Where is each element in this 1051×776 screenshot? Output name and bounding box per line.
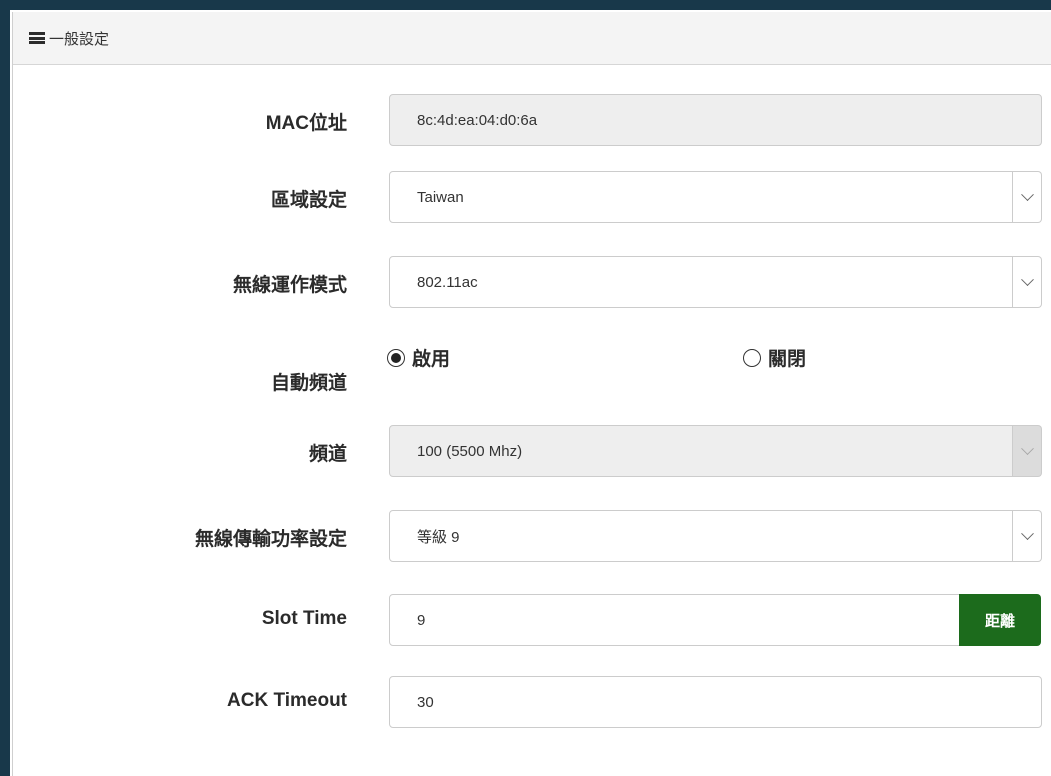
slot-time-value: 9 <box>417 611 426 629</box>
channel-value: 100 (5500 Mhz) <box>417 442 523 460</box>
slot-time-label: Slot Time <box>261 608 347 629</box>
wireless-mode-dropdown-button[interactable] <box>1013 256 1042 308</box>
window-frame-left <box>0 0 10 776</box>
mac-value: 8c:4d:ea:04:d0:6a <box>417 111 538 129</box>
wireless-mode-label: 無線運作模式 <box>232 275 347 296</box>
ack-timeout-input[interactable]: 30 <box>389 676 1042 728</box>
wireless-mode-select[interactable]: 802.11ac <box>389 256 1013 308</box>
ack-timeout-value: 30 <box>417 693 434 711</box>
ack-timeout-label: ACK Timeout <box>227 690 347 711</box>
region-value: Taiwan <box>417 188 464 206</box>
channel-label: 頻道 <box>308 444 347 465</box>
radio-checked-icon <box>387 348 405 367</box>
chevron-down-icon <box>1020 526 1034 540</box>
auto-channel-enable-label: 啟用 <box>412 349 451 370</box>
tx-power-label: 無線傳輸功率設定 <box>194 529 347 550</box>
region-label: 區域設定 <box>270 190 347 211</box>
tx-power-select[interactable]: 等級 9 <box>389 510 1013 562</box>
window-frame-top <box>0 0 1051 10</box>
radio-unchecked-icon <box>743 348 761 367</box>
general-settings-panel: 一般設定 MAC位址 8c:4d:ea:04:d0:6a 區域設定 Taiwan… <box>12 12 1051 776</box>
channel-select[interactable]: 100 (5500 Mhz) <box>389 425 1013 477</box>
mac-label: MAC位址 <box>265 113 347 134</box>
tx-power-value: 等級 9 <box>417 528 460 546</box>
auto-channel-enable-radio[interactable]: 啟用 <box>387 344 450 371</box>
tx-power-dropdown-button[interactable] <box>1013 510 1042 562</box>
mac-field: 8c:4d:ea:04:d0:6a <box>389 94 1042 146</box>
slot-time-input[interactable]: 9 <box>389 594 965 646</box>
channel-dropdown-button[interactable] <box>1013 425 1042 477</box>
chevron-down-icon <box>1020 187 1034 201</box>
list-icon <box>29 32 45 44</box>
chevron-down-icon <box>1020 441 1034 455</box>
panel-title: 一般設定 <box>49 30 110 48</box>
region-select[interactable]: Taiwan <box>389 171 1013 223</box>
auto-channel-label: 自動頻道 <box>270 373 347 394</box>
region-dropdown-button[interactable] <box>1013 171 1042 223</box>
chevron-down-icon <box>1020 272 1034 286</box>
panel-heading: 一般設定 <box>13 12 1051 65</box>
auto-channel-disable-label: 關閉 <box>768 349 807 370</box>
wireless-mode-value: 802.11ac <box>417 273 478 291</box>
auto-channel-disable-radio[interactable]: 關閉 <box>743 344 806 371</box>
distance-button[interactable]: 距離 <box>959 594 1041 646</box>
